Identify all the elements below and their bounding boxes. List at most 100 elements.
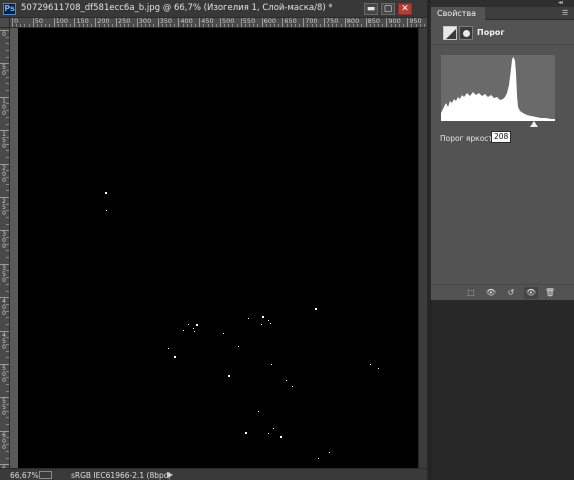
threshold-adjustment-icon[interactable] — [443, 26, 457, 40]
ruler-minor-tick — [398, 24, 400, 27]
status-menu-arrow-icon[interactable]: ▶ — [167, 470, 173, 479]
image-speck — [261, 324, 262, 325]
ruler-minor-tick — [265, 24, 267, 27]
ruler-origin[interactable] — [0, 18, 10, 28]
ruler-minor-tick — [253, 24, 255, 27]
threshold-slider-handle[interactable] — [530, 121, 539, 127]
image-speck — [248, 318, 249, 319]
ruler-minor-tick — [120, 24, 122, 27]
image-speck — [271, 364, 272, 365]
ruler-minor-tick — [6, 303, 9, 305]
adjustment-name: Порог — [477, 28, 505, 37]
ruler-label: 500 — [2, 365, 6, 384]
ruler-minor-tick — [278, 24, 280, 27]
maximize-button[interactable]: ▢ — [381, 3, 395, 15]
properties-bottom-bar: ⬚ 👁 ↺ 👁 🗑 — [431, 284, 574, 300]
image-speck — [270, 323, 271, 324]
ruler-minor-tick — [353, 24, 355, 27]
panel-menu-icon[interactable]: ☰ — [562, 9, 568, 17]
layer-mask-icon[interactable] — [459, 26, 473, 40]
ruler-minor-tick — [373, 24, 375, 27]
ruler-tick — [324, 18, 325, 27]
ruler-minor-tick — [369, 24, 371, 27]
image-speck — [258, 411, 259, 412]
tab-properties[interactable]: Свойства — [431, 7, 485, 20]
close-button[interactable]: ✕ — [398, 3, 412, 15]
ruler-minor-tick — [6, 176, 9, 178]
ruler-minor-tick — [307, 24, 309, 27]
ruler-minor-tick — [203, 24, 205, 27]
ruler-tick — [261, 18, 263, 27]
ruler-minor-tick — [6, 217, 9, 219]
ruler-minor-tick — [6, 417, 9, 419]
ruler-minor-tick — [107, 24, 109, 27]
ruler-tick — [95, 18, 97, 27]
document-title-bar[interactable]: Ps 50729611708_df581ecc6a_b.jpg @ 66,7% … — [0, 0, 427, 18]
ruler-minor-tick — [6, 150, 9, 152]
ruler-minor-tick — [149, 24, 151, 27]
image-speck — [329, 452, 330, 453]
ruler-minor-tick — [290, 24, 292, 27]
ruler-minor-tick — [70, 24, 72, 27]
view-previous-state-button[interactable]: 👁 — [484, 287, 498, 299]
ruler-label: 300 — [2, 231, 6, 251]
vertical-ruler[interactable]: 050100150200250300350400450500550600650 — [0, 28, 10, 468]
ruler-minor-tick — [6, 343, 9, 345]
ruler-minor-tick — [6, 404, 9, 406]
ruler-minor-tick — [249, 24, 251, 27]
ruler-minor-tick — [6, 277, 9, 279]
ruler-minor-tick — [111, 24, 113, 27]
delete-adjustment-button[interactable]: 🗑 — [543, 287, 557, 299]
ruler-minor-tick — [128, 24, 130, 27]
ruler-label: 200 — [2, 164, 6, 184]
ruler-minor-tick — [36, 24, 38, 27]
zoom-level[interactable]: 66,67% — [10, 471, 39, 480]
ruler-minor-tick — [145, 24, 147, 27]
horizontal-ruler[interactable]: 0 50 100 150 200 250 300 350 400 450 500 550 600 650 7… — [10, 18, 427, 28]
canvas-area[interactable] — [10, 28, 418, 468]
ruler-minor-tick — [419, 24, 421, 27]
collapse-icon[interactable]: ◂◂ — [558, 0, 563, 6]
ruler-minor-tick — [6, 143, 9, 145]
minimize-button[interactable]: ▬ — [364, 3, 378, 15]
ruler-minor-tick — [6, 156, 9, 158]
ruler-minor-tick — [6, 317, 9, 319]
threshold-level-input[interactable]: 208 — [491, 131, 511, 143]
ruler-minor-tick — [6, 357, 9, 359]
ruler-minor-tick — [319, 24, 321, 27]
ruler-tick — [74, 18, 76, 27]
ruler-minor-tick — [6, 237, 9, 239]
reset-button[interactable]: ↺ — [504, 287, 518, 299]
image-speck — [168, 348, 169, 349]
image-speck — [262, 316, 264, 318]
image-speck — [370, 364, 371, 365]
ruler-minor-tick — [382, 24, 384, 27]
ruler-minor-tick — [6, 170, 9, 172]
ruler-tick — [303, 18, 305, 27]
ruler-minor-tick — [170, 24, 172, 27]
ruler-minor-tick — [82, 24, 84, 27]
image-speck — [238, 346, 239, 347]
ruler-minor-tick — [423, 24, 425, 27]
adjustment-header: Порог — [431, 21, 574, 45]
ruler-minor-tick — [6, 136, 9, 138]
ruler-minor-tick — [6, 243, 9, 245]
canvas-image[interactable] — [18, 28, 418, 468]
ruler-minor-tick — [361, 24, 363, 27]
ruler-minor-tick — [6, 203, 9, 205]
vertical-scrollbar[interactable] — [418, 28, 427, 468]
ruler-tick — [157, 18, 159, 27]
ruler-minor-tick — [6, 110, 9, 112]
threshold-slider[interactable] — [431, 121, 574, 129]
ruler-minor-tick — [6, 183, 9, 185]
ruler-tick — [199, 18, 201, 27]
toggle-visibility-button[interactable]: 👁 — [524, 287, 538, 299]
ruler-minor-tick — [6, 83, 9, 85]
ruler-minor-tick — [6, 103, 9, 105]
ruler-minor-tick — [6, 310, 9, 312]
ruler-minor-tick — [6, 223, 9, 225]
clip-to-layer-button[interactable]: ⬚ — [464, 287, 478, 299]
ruler-minor-tick — [91, 24, 93, 27]
ruler-tick — [178, 18, 180, 27]
image-speck — [223, 333, 224, 334]
